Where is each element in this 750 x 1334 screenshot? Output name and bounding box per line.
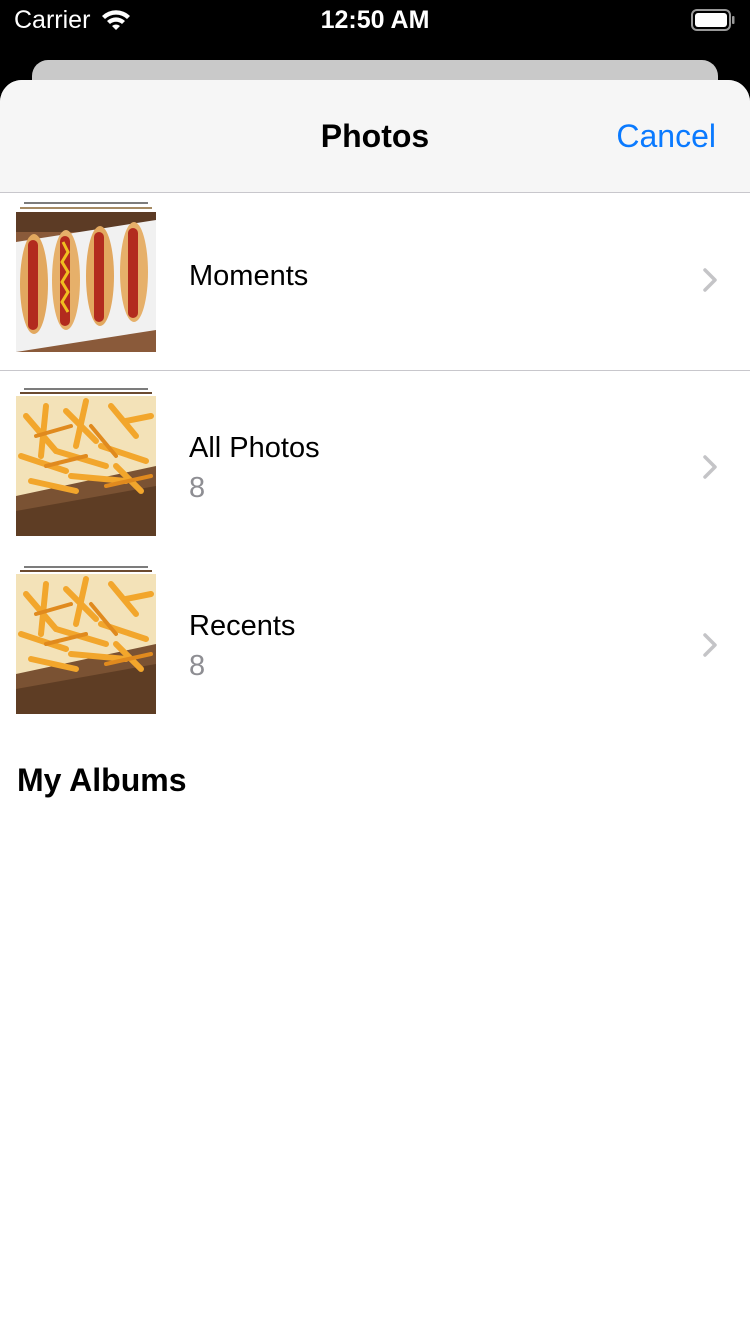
chevron-right-icon <box>703 633 717 657</box>
section-header-my-albums: My Albums <box>17 762 187 798</box>
clock: 12:50 AM <box>320 6 430 34</box>
battery-icon <box>691 9 735 31</box>
chevron-right-icon <box>703 268 717 292</box>
album-count: 8 <box>189 650 206 682</box>
album-thumbnail-stack <box>16 386 156 536</box>
album-title: All Photos <box>189 432 320 464</box>
album-title: Moments <box>189 260 309 292</box>
fries-photo <box>16 574 156 714</box>
status-bar: Carrier 12:50 AM <box>0 0 750 42</box>
album-thumbnail-stack <box>16 202 156 352</box>
album-row-recents[interactable]: Recents 8 <box>0 556 750 734</box>
photos-sheet: Photos Cancel Moments All Photos 8 Recen… <box>0 80 750 1334</box>
album-thumbnail-stack <box>16 564 156 714</box>
cancel-button[interactable]: Cancel <box>616 118 716 155</box>
chevron-right-icon <box>703 455 717 479</box>
hotdogs-photo <box>16 212 156 352</box>
navigation-bar: Photos Cancel <box>0 80 750 193</box>
album-count: 8 <box>189 472 206 504</box>
album-row-all-photos[interactable]: All Photos 8 <box>0 378 750 556</box>
album-row-moments[interactable]: Moments <box>0 192 750 370</box>
row-divider <box>0 370 750 371</box>
fries-photo <box>16 396 156 536</box>
album-title: Recents <box>189 610 296 642</box>
